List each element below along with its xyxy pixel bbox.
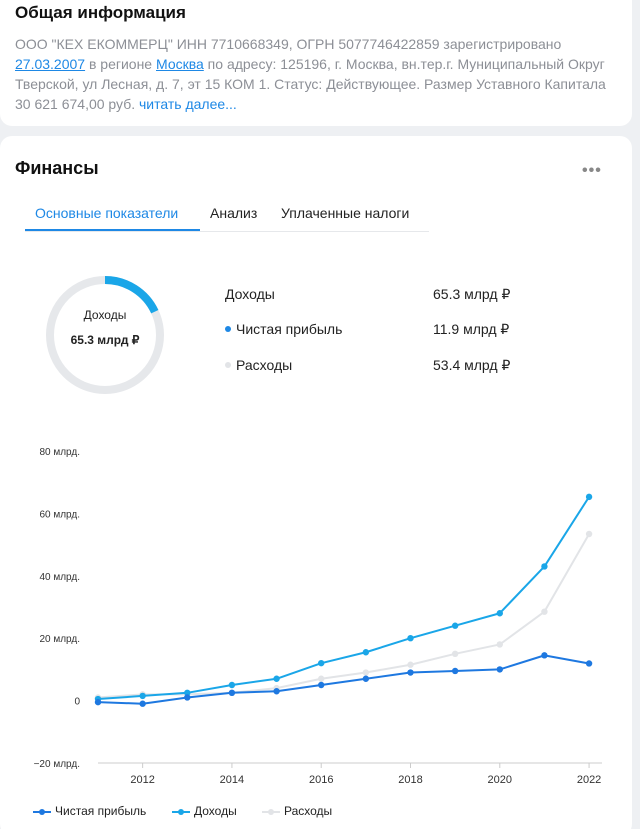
info-text: ООО "КЕХ ЕКОММЕРЦ" ИНН 7710668349, ОГРН …: [15, 34, 615, 114]
finance-line-chart: 80 млрд. 60 млрд. 40 млрд. 20 млрд. 0 −20 млр…: [34, 447, 602, 786]
data-point: [585, 660, 593, 667]
tab-main-indicators[interactable]: Основные показатели: [35, 205, 178, 221]
metric-expenses-value: 53.4 млрд ₽: [433, 357, 511, 373]
series-line: [97, 496, 590, 701]
data-point: [184, 694, 191, 701]
metric-expenses-label: Расходы: [225, 357, 292, 373]
info-title: Общая информация: [15, 3, 186, 22]
data-point: [585, 493, 593, 501]
data-point: [541, 608, 548, 615]
y-tick-label: 80 млрд.: [39, 447, 80, 458]
x-tick-label: 2020: [488, 774, 512, 786]
data-point: [451, 667, 459, 675]
data-point: [228, 689, 236, 696]
active-tab-indicator: [25, 229, 200, 231]
series-line: [97, 533, 590, 699]
data-point: [94, 698, 102, 706]
legend-revenue-marker: [172, 808, 190, 816]
data-point: [318, 681, 325, 689]
finance-tabs: Основные показатели Анализ Уплаченные на…: [25, 192, 429, 232]
metric-revenue-label: Доходы: [225, 286, 275, 302]
legend-item-revenue[interactable]: Доходы: [172, 804, 237, 818]
data-point: [451, 650, 459, 657]
x-tick-label: 2018: [398, 774, 422, 786]
donut-value: 65.3 млрд ₽: [70, 333, 140, 347]
data-point: [362, 675, 370, 682]
data-point: [541, 563, 548, 570]
metric-profit-value: 11.9 млрд ₽: [433, 321, 510, 337]
legend-profit-marker: [33, 808, 51, 816]
data-point: [139, 700, 146, 707]
data-point: [318, 659, 325, 667]
region-link[interactable]: Москва: [156, 56, 204, 72]
data-point: [407, 669, 414, 676]
finance-title: Финансы: [15, 158, 99, 178]
data-point: [496, 610, 503, 617]
read-more-link[interactable]: читать далее...: [139, 96, 237, 112]
tab-paid-taxes[interactable]: Уплаченные налоги: [281, 205, 409, 221]
y-tick-label: 0: [74, 697, 80, 708]
data-point: [228, 681, 236, 689]
info-text-part-2: в регионе: [85, 56, 156, 72]
data-point: [541, 652, 548, 659]
profit-dot-icon: [225, 326, 231, 333]
metric-revenue-value: 65.3 млрд ₽: [433, 286, 511, 302]
y-tick-label: 20 млрд.: [39, 634, 80, 645]
legend-expenses-marker: [262, 808, 280, 816]
legend-item-profit[interactable]: Чистая прибыль: [33, 804, 146, 818]
x-tick-label: 2014: [220, 774, 244, 786]
data-point: [362, 669, 370, 676]
legend-item-expenses[interactable]: Расходы: [262, 804, 332, 818]
tab-analysis[interactable]: Анализ: [210, 205, 257, 221]
data-point: [273, 688, 280, 695]
data-point: [139, 692, 146, 700]
data-point: [407, 661, 414, 668]
y-tick-label: 60 млрд.: [39, 509, 80, 520]
donut-label: Доходы: [83, 308, 127, 322]
data-point: [318, 675, 325, 682]
finance-card: Финансы ••• Основные показатели Анализ У…: [0, 136, 632, 829]
y-tick-label: 40 млрд.: [39, 572, 80, 583]
data-point: [273, 675, 280, 682]
series-line: [97, 654, 590, 705]
info-text-part-1: ООО "КЕХ ЕКОММЕРЦ" ИНН 7710668349, ОГРН …: [15, 36, 562, 52]
data-point: [451, 622, 459, 629]
x-tick-label: 2012: [130, 774, 154, 786]
data-point: [496, 641, 503, 648]
metric-profit-label: Чистая прибыль: [225, 321, 342, 337]
data-point: [496, 666, 503, 673]
registration-date-link[interactable]: 27.03.2007: [15, 56, 85, 72]
data-point: [407, 635, 414, 642]
data-point: [585, 530, 593, 538]
ellipsis-icon[interactable]: •••: [582, 162, 602, 180]
data-point: [362, 649, 370, 656]
x-tick-label: 2022: [577, 774, 601, 786]
x-tick-label: 2016: [309, 774, 333, 786]
y-tick-label: −20 млрд.: [34, 759, 80, 770]
expenses-dot-icon: [225, 362, 231, 369]
company-info-card: Общая информация ООО "КЕХ ЕКОММЕРЦ" ИНН …: [0, 0, 632, 126]
